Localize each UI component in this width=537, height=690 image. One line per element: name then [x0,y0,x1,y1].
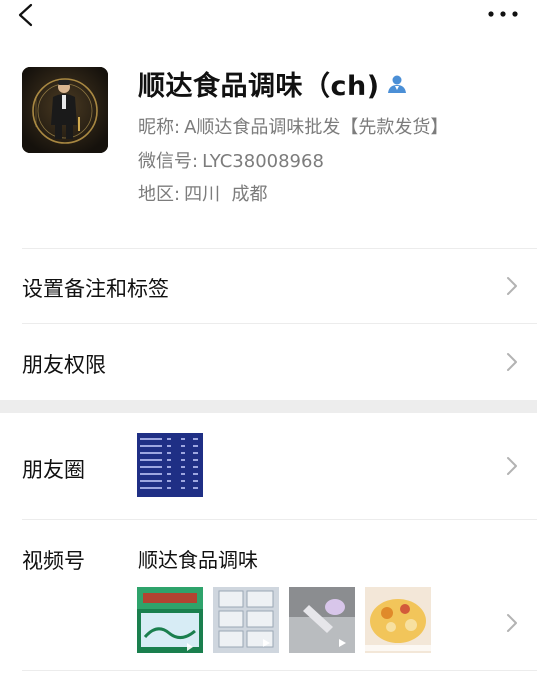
channel-video-thumbnail[interactable] [289,587,355,653]
chevron-right-icon [507,614,517,632]
region-value: 四川 成都 [184,184,268,205]
nickname-line: 昵称: A顺达食品调味批发【先款发货】 [138,113,448,139]
chevron-right-icon [507,457,517,475]
verified-person-icon [387,75,406,93]
channel-video-thumbnail[interactable] [137,587,203,653]
channel-video-thumbnail[interactable] [365,587,431,653]
moments-thumbnail[interactable] [137,433,203,497]
back-arrow-icon[interactable] [12,2,42,32]
avatar[interactable] [22,67,108,153]
remark-tags-label: 设置备注和标签 [22,277,169,301]
channels-title: 顺达食品调味 [138,548,258,572]
region-label: 地区: [138,184,181,205]
contact-name: 顺达食品调味（ch) [138,64,408,103]
nickname-label: 昵称: [138,117,181,138]
contact-name-text: 顺达食品调味（ch) [138,71,380,102]
wechat-id-label: 微信号: [138,151,199,172]
friend-permissions-label: 朋友权限 [22,353,106,377]
section-gap [0,400,537,413]
wechat-id-line: 微信号: LYC38008968 [138,147,324,173]
moments-row[interactable]: 朋友圈 [0,413,537,519]
region-line: 地区: 四川 成都 [138,180,268,206]
chevron-right-icon [507,277,517,295]
friend-permissions-row[interactable]: 朋友权限 [0,324,537,400]
wechat-id-value[interactable]: LYC38008968 [202,151,324,172]
divider [22,670,537,671]
chevron-right-icon [507,353,517,371]
channel-video-thumbnail[interactable] [213,587,279,653]
remark-tags-row[interactable]: 设置备注和标签 [0,249,537,323]
nickname-value: A顺达食品调味批发【先款发货】 [184,117,449,138]
channels-label: 视频号 [22,549,85,573]
moments-label: 朋友圈 [22,458,85,482]
top-bar [0,0,537,40]
more-icon[interactable] [485,2,521,26]
